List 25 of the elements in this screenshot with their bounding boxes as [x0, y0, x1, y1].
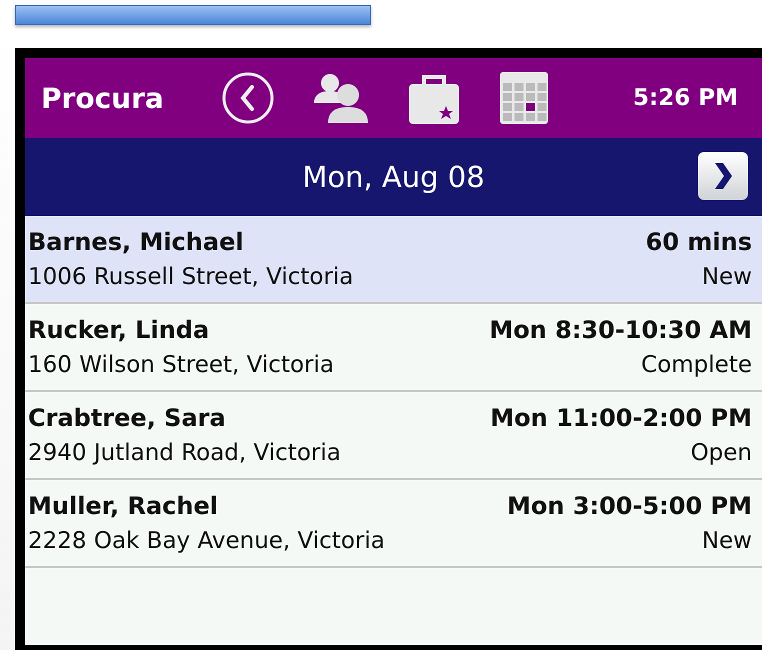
client-address: 2228 Oak Bay Avenue, Victoria	[28, 528, 385, 554]
appointment-status: New	[702, 528, 752, 554]
appointment-status: New	[702, 264, 752, 290]
client-address: 2940 Jutland Road, Victoria	[28, 440, 341, 466]
appointment-time: 60 mins	[646, 228, 752, 256]
chevron-right-icon	[712, 161, 734, 191]
appointment-row[interactable]: Barnes, Michael 60 mins 1006 Russell Street, Victoria New	[25, 216, 762, 304]
appointment-status: Open	[690, 440, 752, 466]
client-name: Barnes, Michael	[28, 228, 244, 256]
people-icon[interactable]	[313, 71, 369, 125]
back-icon[interactable]	[221, 71, 275, 125]
client-address: 160 Wilson Street, Victoria	[28, 352, 334, 378]
client-address: 1006 Russell Street, Victoria	[28, 264, 354, 290]
client-name: Rucker, Linda	[28, 316, 210, 344]
appointment-time: Mon 8:30-10:30 AM	[489, 316, 752, 344]
clock-time: 5:26 PM	[633, 85, 738, 111]
app-name: Procura	[41, 82, 165, 114]
client-name: Crabtree, Sara	[28, 404, 226, 432]
appointment-status: Complete	[641, 352, 752, 378]
next-day-button[interactable]	[698, 152, 748, 200]
calendar-icon[interactable]	[499, 71, 549, 125]
appointment-time: Mon 11:00-2:00 PM	[490, 404, 752, 432]
appointment-time: Mon 3:00-5:00 PM	[507, 492, 752, 520]
client-name: Muller, Rachel	[28, 492, 218, 520]
date-label: Mon, Aug 08	[302, 160, 485, 194]
